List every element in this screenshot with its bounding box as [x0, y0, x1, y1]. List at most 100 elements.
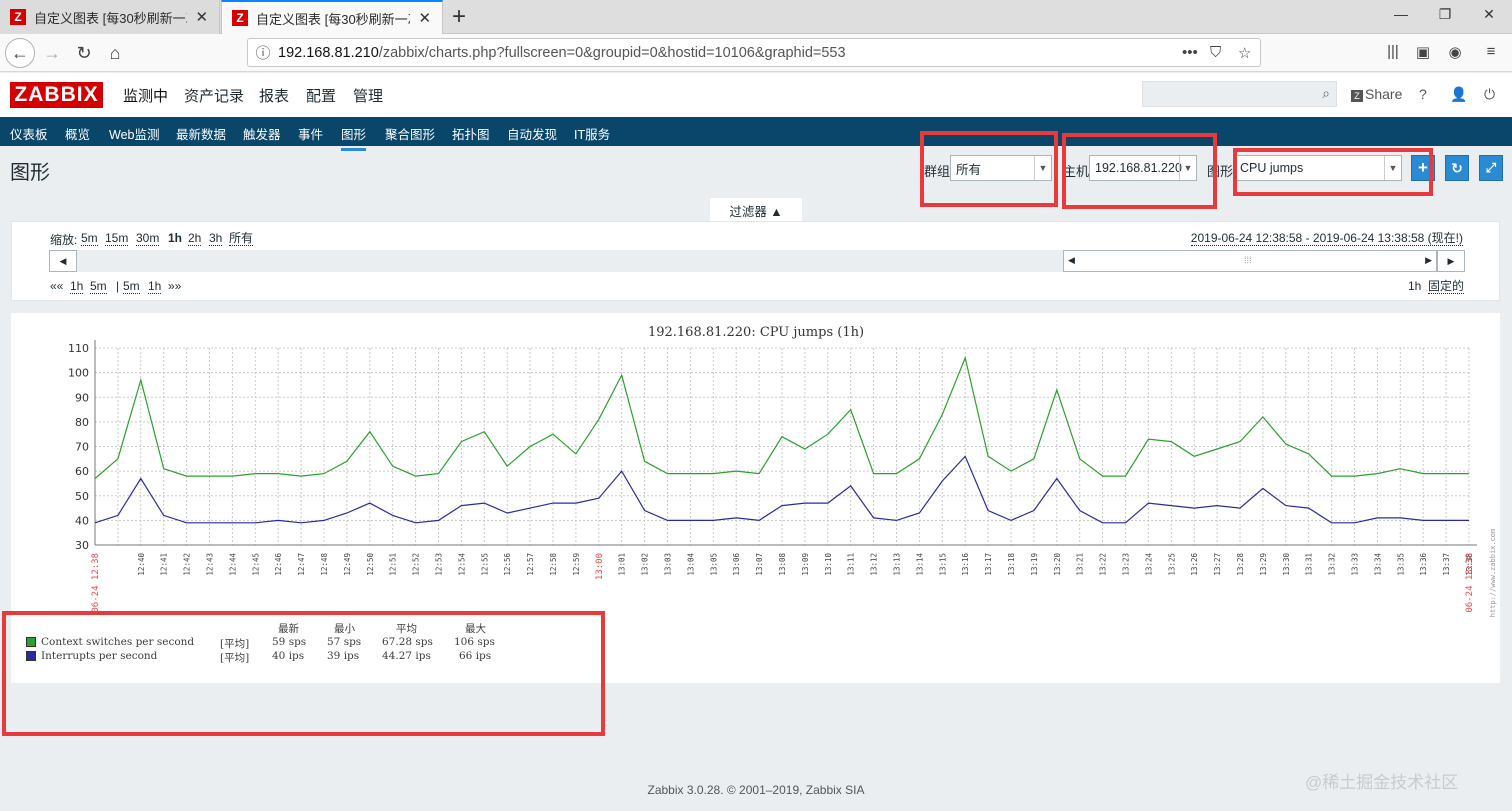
- nav-last-link[interactable]: »»: [168, 279, 181, 293]
- zoom-1h-link[interactable]: 1h: [168, 231, 182, 245]
- time-scrollbar[interactable]: ◀ ◀ ⁞⁞⁞ ▶ ▶: [49, 250, 1465, 272]
- x-tick-label: 12:56: [503, 553, 512, 576]
- zabbix-logo[interactable]: ZABBIX: [10, 82, 103, 108]
- x-tick-label: 12:49: [343, 553, 352, 576]
- back-icon[interactable]: ←: [5, 38, 35, 68]
- zoom-all-link[interactable]: 所有: [229, 231, 254, 246]
- help-icon[interactable]: ?: [1419, 86, 1427, 102]
- x-tick-label: 13:14: [915, 553, 924, 576]
- x-tick-label: 13:29: [1259, 553, 1268, 576]
- sub-menu-overview[interactable]: 概览: [65, 124, 90, 143]
- sub-menu-discovery[interactable]: 自动发现: [507, 124, 557, 143]
- sub-menu-web[interactable]: Web监测: [109, 124, 159, 143]
- fixed-toggle-link[interactable]: 固定的: [1428, 279, 1465, 294]
- url-text[interactable]: 192.168.81.210/zabbix/charts.php?fullscr…: [278, 45, 846, 61]
- sidebar-icon[interactable]: ▣: [1412, 43, 1434, 61]
- top-menu-administration[interactable]: 管理: [353, 85, 383, 106]
- window-close-icon[interactable]: ✕: [1478, 6, 1500, 23]
- search-input[interactable]: ⌕: [1142, 81, 1337, 107]
- scroll-left-icon[interactable]: ◀: [49, 250, 77, 272]
- scrollbar-thumb[interactable]: ◀ ⁞⁞⁞ ▶: [1063, 250, 1437, 272]
- top-menu-configuration[interactable]: 配置: [306, 85, 336, 106]
- x-tick-label: 13:11: [847, 553, 856, 576]
- search-icon[interactable]: ⌕: [1322, 85, 1330, 102]
- zoom-2h-link[interactable]: 2h: [188, 231, 202, 246]
- nav-back-5m-link[interactable]: 5m: [90, 279, 107, 294]
- y-tick-label: 30: [75, 539, 89, 552]
- x-tick-label: 13:30: [1282, 553, 1291, 576]
- scroll-right-icon[interactable]: ▶: [1437, 250, 1465, 272]
- page-actions-icon[interactable]: •••: [1182, 44, 1198, 61]
- address-bar[interactable]: ⓘ 192.168.81.210/zabbix/charts.php?fulls…: [247, 38, 1261, 67]
- sub-menu-screens[interactable]: 聚合图形: [385, 124, 435, 143]
- account-icon[interactable]: ◉: [1444, 43, 1466, 61]
- sub-menu-latest-data[interactable]: 最新数据: [176, 124, 226, 143]
- top-menu-monitoring[interactable]: 监测中: [123, 85, 168, 106]
- user-profile-icon[interactable]: 👤: [1450, 86, 1467, 103]
- home-icon[interactable]: ⌂: [100, 38, 130, 68]
- x-tick-label: 12:47: [297, 553, 306, 576]
- tab-title: 自定义图表 [每30秒刷新一次]: [256, 11, 410, 27]
- sign-out-icon[interactable]: ⏻: [1484, 86, 1495, 103]
- close-icon[interactable]: ✕: [195, 8, 209, 26]
- zoom-15m-link[interactable]: 15m: [105, 231, 129, 246]
- annotation-box: [1062, 133, 1217, 209]
- x-tick-label: 13:23: [1122, 553, 1131, 576]
- pocket-icon[interactable]: ⛉: [1210, 44, 1221, 61]
- annotation-box: [2, 611, 605, 736]
- top-menu-inventory[interactable]: 资产记录: [184, 85, 244, 106]
- zoom-3h-link[interactable]: 3h: [209, 231, 223, 246]
- nav-forward-5m-link[interactable]: 5m: [123, 279, 140, 294]
- x-tick-label: 13:36: [1419, 553, 1428, 576]
- share-button[interactable]: Z Share: [1351, 86, 1402, 102]
- nav-forward-1h-link[interactable]: 1h: [148, 279, 162, 294]
- x-tick-label: 13:15: [938, 553, 947, 576]
- filter-toggle-tab[interactable]: 过滤器 ▲: [710, 198, 802, 222]
- y-tick-label: 90: [75, 391, 89, 404]
- sub-menu-it-services[interactable]: IT服务: [574, 124, 610, 143]
- x-tick-label: 13:33: [1351, 553, 1360, 576]
- sub-menu-maps[interactable]: 拓扑图: [452, 124, 490, 143]
- menu-icon[interactable]: ≡: [1480, 43, 1502, 60]
- sub-menu-triggers[interactable]: 触发器: [243, 124, 281, 143]
- new-tab-button[interactable]: +: [446, 3, 472, 31]
- top-menu-reports[interactable]: 报表: [259, 85, 289, 106]
- nav-first-link[interactable]: ««: [50, 279, 63, 293]
- x-tick-label: 13:18: [1007, 553, 1016, 576]
- thumb-left-arrow-icon[interactable]: ◀: [1068, 255, 1075, 266]
- zoom-5m-link[interactable]: 5m: [81, 231, 98, 246]
- bookmark-star-icon[interactable]: ☆: [1238, 44, 1251, 62]
- fullscreen-icon: ⤢: [1485, 160, 1497, 175]
- sub-menu-graphs[interactable]: 图形: [341, 124, 367, 151]
- x-tick-label: 12:51: [389, 553, 398, 576]
- sub-menu-events[interactable]: 事件: [298, 124, 323, 143]
- minimize-icon[interactable]: —: [1390, 6, 1412, 22]
- info-icon[interactable]: ⓘ: [248, 42, 278, 63]
- zoom-30m-link[interactable]: 30m: [136, 231, 160, 246]
- annotation-box: [1233, 148, 1433, 196]
- period-range[interactable]: 2019-06-24 12:38:58 - 2019-06-24 13:38:5…: [1190, 231, 1463, 246]
- fullscreen-button[interactable]: ⤢: [1479, 155, 1503, 181]
- browser-tab-2[interactable]: Z 自定义图表 [每30秒刷新一次] ✕: [221, 0, 443, 34]
- browser-tab-1[interactable]: Z 自定义图表 [每30秒刷新一次] ✕: [0, 0, 220, 34]
- reload-icon[interactable]: ↻: [69, 38, 99, 68]
- forward-icon[interactable]: →: [37, 38, 67, 68]
- y-tick-label: 80: [75, 416, 89, 429]
- x-tick-label: 12:50: [366, 553, 375, 576]
- zabbix-header: ZABBIX 监测中 资产记录 报表 配置 管理 ⌕ Z Share ? 👤 ⏻: [0, 73, 1512, 117]
- x-tick-label: 13:13: [893, 553, 902, 576]
- sub-menu-dashboard[interactable]: 仪表板: [10, 124, 48, 143]
- library-icon[interactable]: |||: [1382, 43, 1404, 60]
- footer: Zabbix 3.0.28. © 2001–2019, Zabbix SIA: [647, 783, 865, 797]
- refresh-button[interactable]: ↻: [1445, 155, 1469, 181]
- close-icon[interactable]: ✕: [418, 9, 432, 27]
- restore-icon[interactable]: ❐: [1434, 6, 1456, 23]
- thumb-right-arrow-icon[interactable]: ▶: [1425, 255, 1432, 266]
- share-icon: Z: [1351, 90, 1363, 102]
- nav-back-1h-link[interactable]: 1h: [70, 279, 84, 294]
- x-tick-label: 13:04: [686, 553, 695, 576]
- x-tick-label: 13:17: [984, 553, 993, 576]
- x-tick-label: 13:02: [641, 553, 650, 576]
- y-tick-label: 50: [75, 490, 89, 503]
- drag-handle-icon[interactable]: ⁞⁞⁞: [1244, 255, 1252, 265]
